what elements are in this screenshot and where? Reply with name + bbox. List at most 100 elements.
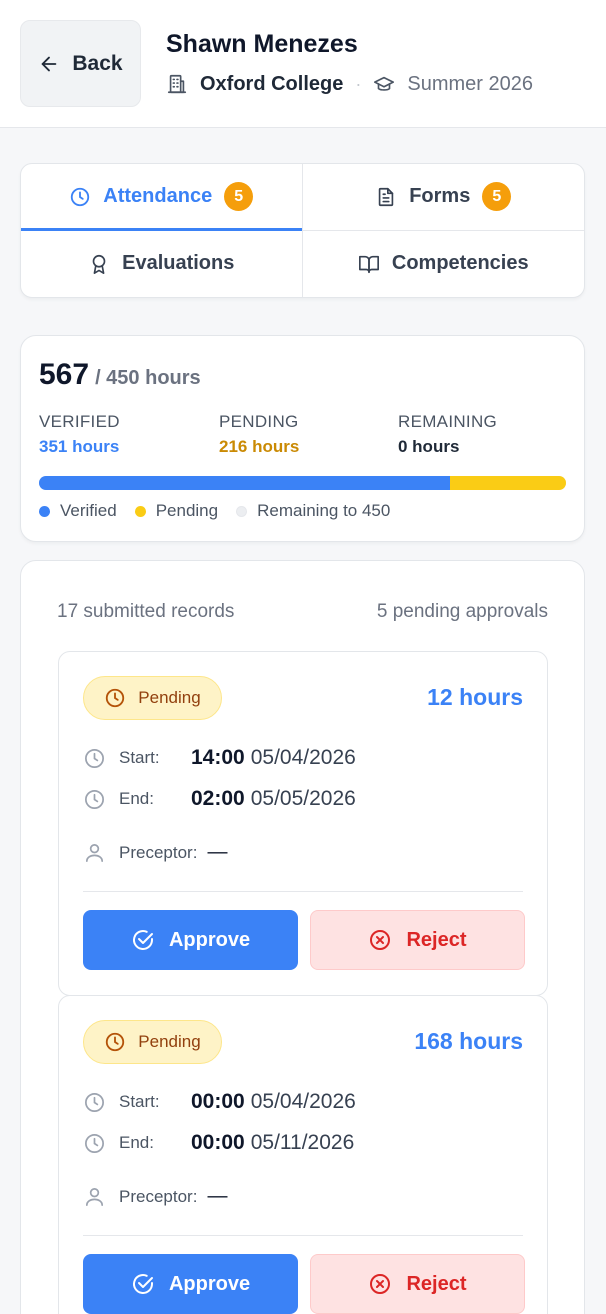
- records-summary: 17 submitted records 5 pending approvals: [57, 601, 548, 623]
- preceptor-label: Preceptor:: [119, 842, 198, 862]
- arrow-left-icon: [42, 56, 57, 71]
- count-badge: 5: [224, 182, 254, 212]
- tab-evaluations[interactable]: Evaluations: [21, 230, 303, 297]
- approve-label: Approve: [168, 928, 251, 951]
- divider: [83, 891, 523, 892]
- legend-remaining: Remaining to 450: [236, 501, 390, 521]
- tab-label: Evaluations: [122, 252, 235, 275]
- record-hours: 168 hours: [414, 1028, 523, 1054]
- college-name: Oxford College: [200, 72, 344, 95]
- back-label: Back: [72, 51, 123, 75]
- end-date: 05/05/2026: [250, 787, 356, 810]
- clock-icon: [106, 1032, 125, 1052]
- graduation-cap-icon: [374, 76, 395, 91]
- status-label: Pending: [138, 1032, 201, 1051]
- end-time: 00:00: [191, 1131, 245, 1154]
- status-label: Pending: [138, 688, 201, 707]
- clock-icon: [85, 748, 104, 768]
- start-label: Start:: [119, 1092, 160, 1111]
- student-meta: Oxford College · Summer 2026: [166, 70, 533, 98]
- legend-dot-verified: [39, 505, 50, 517]
- attendance-record: Pending 168 hours Start: 00:00 05/04/202…: [58, 995, 548, 1314]
- total-hours-target: / 450 hours: [95, 367, 201, 389]
- end-time: 02:00: [191, 787, 245, 810]
- award-icon: [92, 254, 106, 274]
- reject-label: Reject: [406, 928, 467, 951]
- progress-verified-segment: [39, 476, 451, 490]
- approve-button[interactable]: Approve: [83, 1254, 298, 1314]
- verified-stat: VERIFIED 351 hours: [39, 412, 120, 457]
- legend-pending: Pending: [134, 501, 219, 521]
- preceptor-row: Preceptor: —: [83, 841, 227, 864]
- preceptor-value: —: [207, 1185, 228, 1207]
- check-circle-icon: [132, 930, 153, 950]
- end-row: End: 00:00 05/11/2026: [83, 1131, 354, 1155]
- tab-bar: Attendance 5 Forms 5 Evaluations Compete…: [20, 163, 585, 298]
- check-circle-icon: [132, 1274, 153, 1294]
- back-button[interactable]: Back: [20, 20, 141, 107]
- hours-summary-card: 567 / 450 hours VERIFIED 351 hours PENDI…: [20, 335, 585, 542]
- book-icon: [358, 255, 379, 273]
- start-time: 00:00: [191, 1090, 245, 1113]
- preceptor-row: Preceptor: —: [83, 1185, 227, 1208]
- page-header: Back Shawn Menezes Oxford College · Summ…: [0, 0, 606, 128]
- tab-label: Attendance: [103, 185, 213, 208]
- user-icon: [85, 843, 104, 862]
- status-badge: Pending: [83, 676, 222, 720]
- pending-label: PENDING: [219, 412, 299, 431]
- legend-label: Remaining to 450: [257, 501, 391, 520]
- pending-stat: PENDING 216 hours: [219, 412, 299, 457]
- verified-value: 351 hours: [39, 437, 120, 456]
- user-icon: [85, 1187, 104, 1206]
- clock-icon: [85, 1092, 104, 1112]
- reject-label: Reject: [406, 1272, 467, 1295]
- start-time: 14:00: [191, 746, 245, 769]
- reject-button[interactable]: Reject: [310, 910, 525, 970]
- remaining-label: REMAINING: [398, 412, 498, 431]
- verified-label: VERIFIED: [39, 412, 120, 431]
- legend-label: Verified: [60, 501, 117, 520]
- count-badge: 5: [482, 182, 512, 212]
- attendance-record: Pending 12 hours Start: 14:00 05/04/2026…: [58, 651, 548, 996]
- tab-attendance[interactable]: Attendance 5: [21, 164, 303, 231]
- tab-competencies[interactable]: Competencies: [303, 231, 585, 298]
- divider: [83, 1235, 523, 1236]
- legend-label: Pending: [155, 501, 219, 520]
- clock-icon: [106, 688, 125, 708]
- pending-value: 216 hours: [219, 437, 300, 456]
- clock-icon: [85, 789, 104, 809]
- start-row: Start: 00:00 05/04/2026: [83, 1090, 356, 1114]
- status-badge: Pending: [83, 1020, 222, 1064]
- tab-label: Forms: [409, 185, 471, 208]
- record-hours: 12 hours: [427, 684, 523, 710]
- clock-icon: [85, 1133, 104, 1153]
- legend-verified: Verified: [39, 501, 117, 521]
- preceptor-label: Preceptor:: [119, 1186, 198, 1206]
- building-icon: [167, 74, 187, 94]
- tab-forms[interactable]: Forms 5: [302, 164, 584, 231]
- records-panel: 17 submitted records 5 pending approvals…: [20, 560, 585, 1314]
- total-hours-value: 567: [39, 358, 90, 391]
- x-circle-icon: [370, 930, 391, 950]
- term-label: Summer 2026: [407, 72, 533, 95]
- start-label: Start:: [119, 748, 160, 767]
- end-label: End:: [119, 1133, 154, 1152]
- remaining-value: 0 hours: [398, 437, 460, 456]
- x-circle-icon: [370, 1274, 391, 1294]
- end-date: 05/11/2026: [250, 1131, 355, 1154]
- legend-dot-remaining: [236, 505, 248, 517]
- end-label: End:: [119, 789, 154, 808]
- submitted-count: 17 submitted records: [57, 601, 235, 622]
- approve-button[interactable]: Approve: [83, 910, 298, 970]
- end-row: End: 02:00 05/05/2026: [83, 787, 356, 811]
- legend-dot-pending: [134, 505, 146, 517]
- approve-label: Approve: [168, 1272, 251, 1295]
- reject-button[interactable]: Reject: [310, 1254, 525, 1314]
- student-name: Shawn Menezes: [166, 30, 358, 58]
- remaining-stat: REMAINING 0 hours: [398, 412, 497, 457]
- clock-icon: [71, 187, 90, 206]
- progress-legend: Verified Pending Remaining to 450: [39, 501, 408, 521]
- meta-separator: ·: [355, 73, 362, 94]
- total-hours: 567 / 450 hours: [39, 358, 201, 392]
- tab-label: Competencies: [391, 252, 529, 275]
